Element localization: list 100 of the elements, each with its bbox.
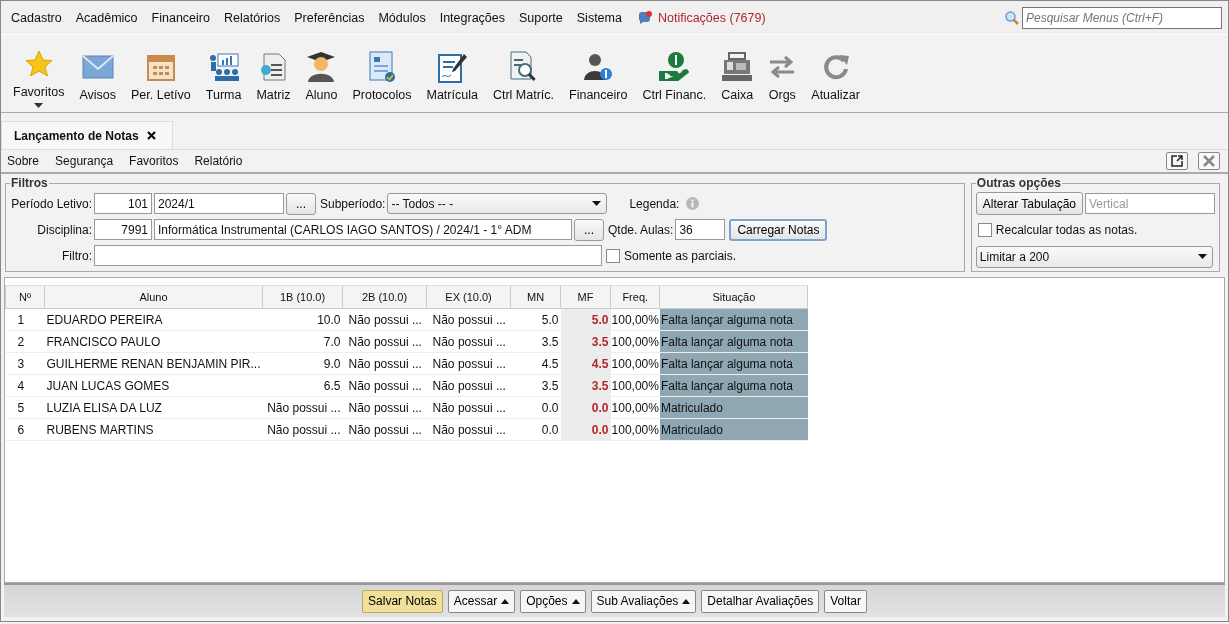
- menu-item[interactable]: Relatórios: [217, 10, 287, 25]
- table-cell: Não possui ...: [262, 396, 343, 419]
- change-tab-button[interactable]: Alterar Tabulação: [975, 192, 1083, 215]
- load-button[interactable]: Carregar Notas: [729, 218, 828, 241]
- group-title: Outras opções: [975, 176, 1062, 190]
- checkbox[interactable]: [977, 222, 992, 237]
- table-cell: 0.0: [560, 396, 611, 419]
- toolbar-button[interactable]: Matrícula: [420, 50, 484, 102]
- table-cell: Não possui ...: [426, 330, 511, 353]
- column-header[interactable]: MN: [510, 285, 561, 309]
- table-cell: Matriculado: [659, 396, 808, 419]
- table-cell: Não possui ...: [426, 308, 511, 331]
- table-cell: 100,00%: [610, 374, 660, 397]
- table-cell: 0.0: [510, 396, 561, 419]
- menu-item[interactable]: Sistema: [570, 10, 628, 25]
- toolbar-button[interactable]: Caixa: [715, 50, 760, 102]
- toolbar-button[interactable]: Turma: [199, 50, 248, 102]
- table-cell: 7.0: [262, 330, 343, 353]
- column-header[interactable]: EX (10.0): [426, 285, 511, 309]
- column-header[interactable]: Nº: [5, 285, 45, 309]
- table-cell: 10.0: [262, 308, 343, 331]
- table-cell: 3.5: [560, 330, 611, 353]
- checkbox[interactable]: [606, 248, 620, 263]
- input-field[interactable]: 2024/1: [154, 193, 284, 214]
- action-button[interactable]: Salvar Notas: [362, 589, 443, 613]
- table-cell: Não possui ...: [342, 396, 427, 419]
- close-icon[interactable]: [146, 131, 156, 140]
- action-button[interactable]: Detalhar Avaliações: [701, 589, 820, 613]
- menu-item[interactable]: Integrações: [433, 10, 511, 25]
- table-cell: 4: [5, 374, 45, 397]
- menu-item[interactable]: Suporte: [513, 10, 569, 25]
- browse-button[interactable]: ...: [574, 218, 604, 241]
- table-cell: 100,00%: [610, 308, 660, 331]
- field-label: Período Letivo:: [10, 196, 92, 211]
- toolbar-button[interactable]: Favoritos: [7, 47, 71, 108]
- menu-item[interactable]: Preferências: [288, 10, 371, 25]
- column-header[interactable]: 1B (10.0): [262, 285, 343, 309]
- toolbar-button[interactable]: Orgs: [762, 50, 803, 102]
- table-cell: JUAN LUCAS GOMES: [44, 374, 263, 397]
- menu-item[interactable]: Módulos: [372, 10, 432, 25]
- menu-item[interactable]: Financeiro: [145, 10, 216, 25]
- menu-item[interactable]: Cadastro: [5, 10, 68, 25]
- action-button[interactable]: Opções: [520, 589, 586, 613]
- table-cell: 3.5: [560, 374, 611, 397]
- graduate-icon: [306, 50, 337, 84]
- table-cell: LUZIA ELISA DA LUZ: [44, 396, 263, 419]
- input-field[interactable]: 36: [675, 219, 726, 240]
- checkbox-label: Somente as parciais.: [624, 248, 737, 263]
- toolbar-button[interactable]: Atualizar: [805, 50, 866, 102]
- menu-item[interactable]: Sobre: [7, 154, 40, 168]
- table-cell: 9.0: [262, 352, 343, 375]
- menu-item[interactable]: Segurança: [55, 154, 114, 168]
- browse-button[interactable]: ...: [286, 192, 316, 215]
- table-cell: Falta lançar alguma nota: [659, 308, 808, 331]
- column-header[interactable]: Freq.: [610, 285, 660, 309]
- toolbar-button[interactable]: Per. Letívo: [125, 50, 197, 102]
- table-cell: 100,00%: [610, 396, 660, 419]
- column-header[interactable]: Situação: [659, 285, 808, 309]
- table-cell: Falta lançar alguma nota: [659, 374, 808, 397]
- menu-item[interactable]: Relatório: [194, 154, 243, 168]
- dropdown[interactable]: -- Todos -- -: [387, 193, 608, 214]
- filter-field[interactable]: [94, 245, 602, 266]
- action-button[interactable]: Voltar: [824, 589, 867, 613]
- notification-icon[interactable]: [637, 10, 652, 25]
- tab[interactable]: Lançamento de Notas: [1, 121, 173, 149]
- toolbar-button[interactable]: Financeiro: [563, 50, 634, 102]
- checkbox-label: Recalcular todas as notas.: [995, 222, 1138, 237]
- toolbar-button[interactable]: Protocolos: [346, 50, 418, 102]
- column-header[interactable]: Aluno: [44, 285, 263, 309]
- table-cell: 5.0: [510, 308, 561, 331]
- input-field[interactable]: 7991: [94, 219, 152, 240]
- toolbar-button[interactable]: Avisos: [73, 50, 122, 102]
- action-button[interactable]: Sub Avaliações: [590, 589, 697, 613]
- action-button[interactable]: Acessar: [447, 589, 516, 613]
- toolbar-button[interactable]: Aluno: [299, 50, 344, 102]
- notifications-link[interactable]: Notificações (7679): [657, 10, 766, 25]
- toolbar-button[interactable]: Matriz: [250, 50, 297, 102]
- input-field[interactable]: 101: [94, 193, 152, 214]
- dropdown[interactable]: Limitar a 200: [975, 245, 1213, 268]
- toolbar-button[interactable]: Ctrl Matríc.: [486, 50, 560, 102]
- info-icon[interactable]: [686, 197, 700, 210]
- table-cell: 1: [5, 308, 45, 331]
- column-header[interactable]: 2B (10.0): [342, 285, 427, 309]
- close-button[interactable]: [1198, 152, 1220, 170]
- popout-button[interactable]: [1166, 152, 1188, 170]
- table-cell: 3: [5, 352, 45, 375]
- input-field[interactable]: Informática Instrumental (CARLOS IAGO SANTOS) / 2024/1 - 1° ADM: [154, 219, 572, 240]
- column-header[interactable]: MF: [560, 285, 611, 309]
- menu-item[interactable]: Favoritos: [129, 154, 179, 168]
- table-cell: FRANCISCO PAULO: [44, 330, 263, 353]
- field-label: Legenda:: [629, 196, 680, 211]
- table-cell: Não possui ...: [262, 418, 343, 441]
- table-cell: Não possui ...: [342, 374, 427, 397]
- menu-item[interactable]: Acadêmico: [69, 10, 144, 25]
- toolbar-button[interactable]: Ctrl Financ.: [636, 50, 713, 102]
- table-cell: Não possui ...: [426, 418, 511, 441]
- search-field[interactable]: Pesquisar Menus (Ctrl+F): [1022, 6, 1222, 29]
- caret-icon: [1197, 254, 1207, 259]
- cash-register-icon: [721, 50, 754, 84]
- search-icon: [1005, 10, 1019, 25]
